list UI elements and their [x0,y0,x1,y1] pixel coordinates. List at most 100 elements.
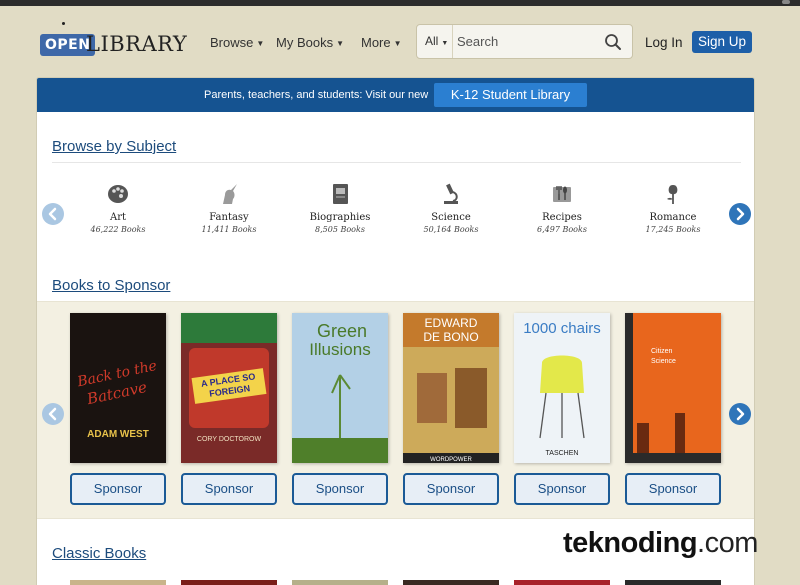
book-icon [333,184,348,204]
sponsor-button[interactable]: Sponsor [70,473,166,505]
watermark-brand: teknoding [563,527,698,559]
nav-more[interactable]: More ▼ [361,35,402,50]
cover-art: EDWARD DE BONO WORDPOWER [403,313,499,463]
subject-name: Science [431,212,471,223]
subject-romance[interactable]: Romance 17,245 Books [628,182,718,234]
subject-name: Biographies [309,212,371,223]
banner-text: Parents, teachers, and students: Visit o… [204,89,429,101]
sponsor-button[interactable]: Sponsor [403,473,499,505]
browse-by-subject-title[interactable]: Browse by Subject [52,138,176,155]
classic-books-title[interactable]: Classic Books [52,545,146,562]
nav-my-books[interactable]: My Books ▼ [276,35,344,50]
cover-art: Citizen Science [625,313,721,463]
cover-author: ADAM WEST [87,429,149,440]
cover-art: 1000 chairs TASCHEN [514,313,610,463]
subject-count: 17,245 Books [645,225,701,234]
k12-banner: Parents, teachers, and students: Visit o… [37,78,754,112]
subject-prev-arrow[interactable] [42,203,64,225]
book-cover-wordpower[interactable]: EDWARD DE BONO WORDPOWER [403,313,499,463]
nav-more-label: More [361,35,391,50]
nav-my-books-label: My Books [276,35,334,50]
cover-title-line: Illusions [309,340,370,359]
subject-biographies[interactable]: Biographies 8,505 Books [295,182,385,234]
chevron-right-icon [736,207,745,221]
book-cover-green-illusions[interactable]: Green Illusions [292,313,388,463]
subject-count: 6,497 Books [537,225,587,234]
cover-title-line: Science [651,358,676,365]
search-icon[interactable] [604,33,622,51]
open-library-logo[interactable]: OPEN LIBRARY [40,22,188,62]
search-input[interactable] [455,28,600,55]
main-panel: Parents, teachers, and students: Visit o… [36,77,755,585]
subject-science[interactable]: Science 50,164 Books [406,182,496,234]
subject-name: Romance [649,212,697,223]
cover-publisher: TASCHEN [546,450,579,457]
cover-title-line: Citizen [651,348,673,355]
recipes-icon [553,186,571,202]
nav-browse[interactable]: Browse ▼ [210,35,264,50]
microscope-icon [444,183,458,204]
logo-dot [62,22,65,25]
cover-title-line: 1000 chairs [523,320,601,337]
subject-recipes[interactable]: Recipes 6,497 Books [517,182,607,234]
rose-icon [667,185,678,204]
search-scope-select[interactable]: All ▼ [417,25,453,58]
cover-subtitle: WORDPOWER [430,457,472,463]
cover-art: Back to the Batcave ADAM WEST [70,313,166,463]
chevron-down-icon: ▼ [336,39,344,49]
subject-count: 46,222 Books [90,225,146,234]
subject-count: 8,505 Books [315,225,365,234]
classic-book-cover[interactable] [514,580,610,585]
cover-art: A PLACE SO FOREIGN CORY DOCTOROW [181,313,277,463]
browser-top-bar [0,0,800,6]
subject-name: Recipes [542,212,582,223]
sponsor-prev-arrow[interactable] [42,403,64,425]
section-divider [52,162,741,163]
chevron-left-icon [48,407,57,421]
k12-library-button[interactable]: K-12 Student Library [434,83,587,107]
sponsor-next-arrow[interactable] [729,403,751,425]
classic-book-cover[interactable] [292,580,388,585]
books-to-sponsor-title[interactable]: Books to Sponsor [52,277,170,294]
subject-name: Art [109,212,127,223]
classic-book-cover[interactable] [625,580,721,585]
watermark-domain: .com [697,527,758,559]
chevron-left-icon [48,207,57,221]
book-cover-1000-chairs[interactable]: 1000 chairs TASCHEN [514,313,610,463]
book-cover-citizen-science[interactable]: Citizen Science [625,313,721,463]
subject-fantasy[interactable]: Fantasy 11,411 Books [184,182,274,234]
chevron-down-icon: ▼ [393,39,402,49]
logo-library-text: LIBRARY [86,32,188,56]
cover-author: CORY DOCTOROW [197,436,262,443]
chevron-right-icon [736,407,745,421]
chevron-down-icon: ▼ [256,39,265,49]
sponsor-button[interactable]: Sponsor [625,473,721,505]
subject-count: 11,411 Books [201,225,257,234]
subject-next-arrow[interactable] [729,203,751,225]
search-scope-label: All [425,34,439,48]
sponsor-button[interactable]: Sponsor [292,473,388,505]
book-cover-adam-west[interactable]: Back to the Batcave ADAM WEST [70,313,166,463]
subject-art[interactable]: Art 46,222 Books [73,182,163,234]
subject-count: 50,164 Books [423,225,479,234]
classic-book-cover[interactable] [403,580,499,585]
subject-name: Fantasy [209,212,249,223]
signup-button[interactable]: Sign Up [692,31,752,53]
search-box: All ▼ [416,24,633,59]
classic-book-cover[interactable] [181,580,277,585]
login-link[interactable]: Log In [645,35,683,50]
sponsor-button[interactable]: Sponsor [514,473,610,505]
cover-title-line: EDWARD [425,316,478,330]
cover-title-line: Green [317,321,367,341]
sponsor-button[interactable]: Sponsor [181,473,277,505]
classic-book-cover[interactable] [70,580,166,585]
chevron-down-icon: ▼ [441,40,449,47]
window-control [782,0,790,4]
palette-icon [108,185,128,203]
unicorn-icon [223,184,237,204]
watermark: teknoding.com [563,527,758,560]
nav-browse-label: Browse [210,35,254,50]
book-cover-place-so-foreign[interactable]: A PLACE SO FOREIGN CORY DOCTOROW [181,313,277,463]
cover-art: Green Illusions [292,313,388,463]
cover-title-line: DE BONO [423,330,478,344]
